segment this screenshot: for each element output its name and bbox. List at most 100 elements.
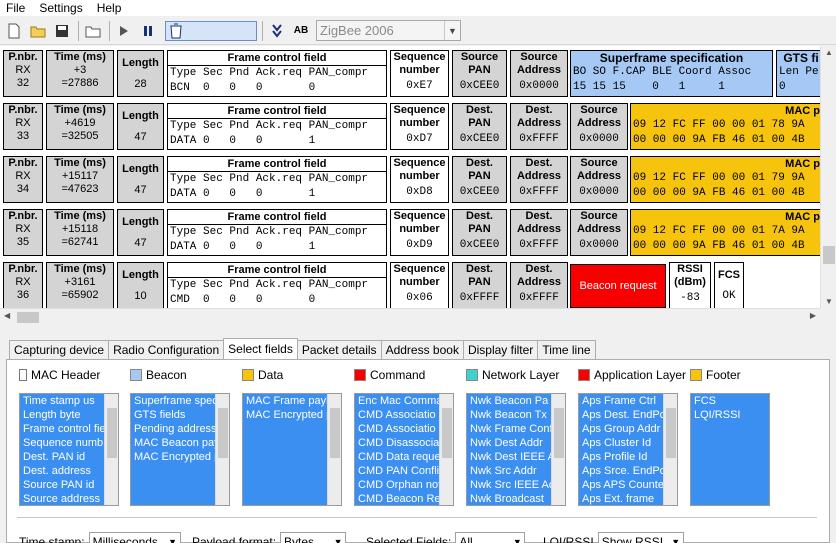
dest-address-cell[interactable]: Dest. Address 0xFFFF <box>510 103 568 150</box>
dest-pan-cell[interactable]: Dest. PAN 0xCEE0 <box>452 156 507 203</box>
packet-number-cell[interactable]: P.nbr. RX 36 <box>3 262 43 308</box>
list-item[interactable]: FCS <box>694 394 769 408</box>
length-cell[interactable]: Length 47 <box>117 103 164 150</box>
sequence-number-cell[interactable]: Sequence number 0x06 <box>390 262 449 308</box>
list-item[interactable]: Nwk Dest IEEE A <box>470 450 551 464</box>
frame-control-cell[interactable]: Frame control field Type Sec Pnd Ack.req … <box>167 209 387 256</box>
packet-list-horizontal-scrollbar[interactable]: ◀ ▶ <box>0 308 820 325</box>
pause-icon[interactable] <box>137 20 159 42</box>
packet-row[interactable]: P.nbr. RX 36 Time (ms) +3161 =65902 Length 10 Fr… <box>3 262 820 308</box>
time-cell[interactable]: Time (ms) +15118 =62741 <box>46 209 114 256</box>
scrollbar-thumb[interactable] <box>823 246 835 264</box>
frame-control-cell[interactable]: Frame control field Type Sec Pnd Ack.req … <box>167 156 387 203</box>
packet-row[interactable]: P.nbr. RX 32 Time (ms) +3 =27886 Length 28 Frame… <box>3 50 820 97</box>
frame-control-cell[interactable]: Frame control field Type Sec Pnd Ack.req … <box>167 50 387 97</box>
list-item[interactable]: Dest. address <box>23 464 104 478</box>
tab-display-filter[interactable]: Display filter <box>462 340 539 360</box>
play-icon[interactable] <box>113 20 135 42</box>
list-item[interactable]: Time stamp us <box>23 394 104 408</box>
packet-number-cell[interactable]: P.nbr. RX 32 <box>3 50 43 97</box>
mac-payload-cell[interactable]: MAC p 09 12 FC FF 00 00 01 79 9A 00 00 00 … <box>630 156 820 203</box>
length-cell[interactable]: Length 47 <box>117 209 164 256</box>
list-item[interactable]: Nwk Frame Conf <box>470 422 551 436</box>
group-footer-list[interactable]: FCS LQI/RSSI <box>690 393 770 506</box>
list-item[interactable]: CMD Associatio <box>358 408 439 422</box>
tab-select-fields[interactable]: Select fields <box>223 338 298 359</box>
list-item[interactable]: Length byte <box>23 408 104 422</box>
dest-address-cell[interactable]: Dest. Address 0xFFFF <box>510 209 568 256</box>
group-mac-header-list[interactable]: Time stamp us Length byte Frame control fi… <box>19 393 119 506</box>
selected-fields-select[interactable]: All ▼ <box>455 532 526 543</box>
group-beacon-list[interactable]: Superframe spec. GTS fields Pending addres… <box>130 393 230 506</box>
clear-icon[interactable] <box>165 20 257 41</box>
packet-list-vertical-scrollbar[interactable]: ▲ ▼ <box>820 46 836 308</box>
list-scrollbar[interactable] <box>104 394 118 505</box>
gts-fields-cell[interactable]: GTS fi Len Pe 0 <box>776 50 820 97</box>
source-address-cell[interactable]: Source Address 0x0000 <box>570 156 628 203</box>
list-item[interactable]: MAC Beacon payloa <box>134 436 215 450</box>
group-data-list[interactable]: MAC Frame payloadMAC Encrypted pay <box>242 393 342 506</box>
list-item[interactable]: CMD Disassocia <box>358 436 439 450</box>
menu-settings[interactable]: Settings <box>33 0 90 16</box>
fcs-cell[interactable]: FCS OK <box>714 262 744 308</box>
list-item[interactable]: Nwk Src Addr <box>470 464 551 478</box>
list-scrollbar[interactable] <box>439 394 453 505</box>
ab-icon[interactable]: AB <box>290 20 312 42</box>
tab-time-line[interactable]: Time line <box>537 340 596 360</box>
mac-payload-cell[interactable]: MAC p 09 12 FC FF 00 00 01 78 9A 00 00 00 … <box>630 103 820 150</box>
dest-pan-cell[interactable]: Dest. PAN 0xCEE0 <box>452 103 507 150</box>
list-item[interactable]: MAC Encrypted pay <box>134 450 215 464</box>
time-cell[interactable]: Time (ms) +4619 =32505 <box>46 103 114 150</box>
list-item[interactable]: Superframe spec. <box>134 394 215 408</box>
protocol-select[interactable]: ZigBee 2006 ▼ <box>316 20 461 41</box>
length-cell[interactable]: Length 47 <box>117 156 164 203</box>
source-address-cell[interactable]: Source Address 0x0000 <box>510 50 568 97</box>
list-item[interactable]: Aps Dest. EndPo <box>582 408 663 422</box>
list-item[interactable]: Sequence numb <box>23 436 104 450</box>
superframe-spec-cell[interactable]: Superframe specification BO SO F.CAP BLE … <box>570 50 773 97</box>
list-item[interactable]: Enc Mac Comma <box>358 394 439 408</box>
packet-number-cell[interactable]: P.nbr. RX 35 <box>3 209 43 256</box>
list-item[interactable]: CMD Data reque <box>358 450 439 464</box>
list-item[interactable]: CMD Orphan not <box>358 478 439 492</box>
open-icon[interactable] <box>27 20 49 42</box>
scroll-left-icon[interactable]: ◀ <box>4 311 10 320</box>
dest-address-cell[interactable]: Dest. Address 0xFFFF <box>510 156 568 203</box>
menu-file[interactable]: File <box>0 0 33 16</box>
group-application-layer-list[interactable]: Aps Frame Ctrl Aps Dest. EndPo Aps Group A… <box>578 393 678 506</box>
menu-help[interactable]: Help <box>91 0 130 16</box>
list-item[interactable]: MAC Frame payload <box>246 394 327 408</box>
list-item[interactable]: Source address <box>23 492 104 505</box>
scrollbar-thumb[interactable] <box>330 408 340 458</box>
length-cell[interactable]: Length 28 <box>117 50 164 97</box>
packet-number-cell[interactable]: P.nbr. RX 34 <box>3 156 43 203</box>
list-item[interactable]: Aps Cluster Id <box>582 436 663 450</box>
dest-pan-cell[interactable]: Dest. PAN 0xCEE0 <box>452 209 507 256</box>
scrollbar-thumb[interactable] <box>442 408 452 458</box>
group-network-layer-list[interactable]: Nwk Beacon Pa Nwk Beacon Tx Nwk Frame Conf… <box>466 393 566 506</box>
scrollbar-thumb[interactable] <box>218 408 228 458</box>
new-icon[interactable] <box>3 20 25 42</box>
scrollbar-thumb[interactable] <box>554 408 564 458</box>
scroll-icon[interactable] <box>266 20 288 42</box>
sequence-number-cell[interactable]: Sequence number 0xD7 <box>390 103 449 150</box>
time-cell[interactable]: Time (ms) +15117 =47623 <box>46 156 114 203</box>
list-item[interactable]: Aps Profile Id <box>582 450 663 464</box>
source-pan-cell[interactable]: Source PAN 0xCEE0 <box>452 50 507 97</box>
list-item[interactable]: Nwk Src IEEE Ac <box>470 478 551 492</box>
list-item[interactable]: Nwk Beacon Pa <box>470 394 551 408</box>
packet-row[interactable]: P.nbr. RX 35 Time (ms) +15118 =62741 Length 47 F… <box>3 209 820 256</box>
scrollbar-thumb[interactable] <box>666 408 676 458</box>
list-item[interactable]: MAC Encrypted pay <box>246 408 327 422</box>
scrollbar-thumb[interactable] <box>17 312 39 323</box>
list-item[interactable]: GTS fields <box>134 408 215 422</box>
list-item[interactable]: Pending addresses <box>134 422 215 436</box>
packet-number-cell[interactable]: P.nbr. RX 33 <box>3 103 43 150</box>
group-command-list[interactable]: Enc Mac Comma CMD Associatio CMD Associati… <box>354 393 454 506</box>
list-item[interactable]: Aps APS Counte <box>582 478 663 492</box>
list-item[interactable]: Nwk Beacon Tx <box>470 408 551 422</box>
tab-packet-details[interactable]: Packet details <box>296 340 382 360</box>
length-cell[interactable]: Length 10 <box>117 262 164 308</box>
scroll-down-icon[interactable]: ▼ <box>821 297 836 306</box>
list-scrollbar[interactable] <box>215 394 229 505</box>
